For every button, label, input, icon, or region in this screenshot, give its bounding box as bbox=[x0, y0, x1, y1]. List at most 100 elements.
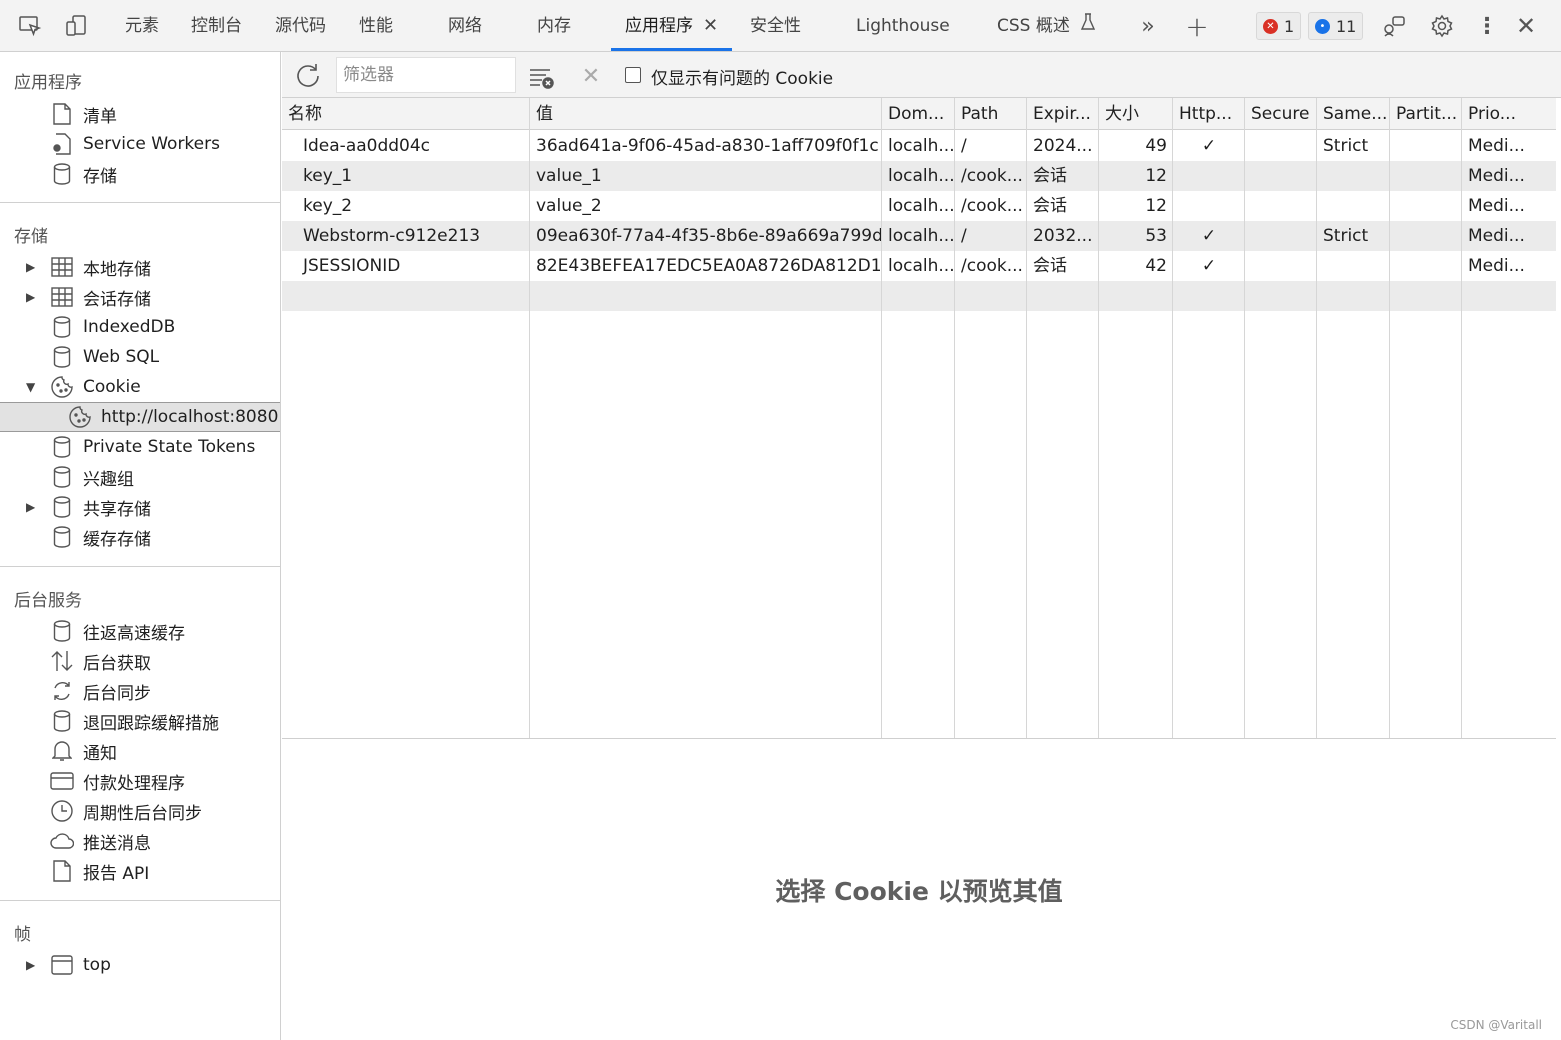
column-header-path[interactable]: Path bbox=[955, 98, 1027, 130]
tab-performance[interactable]: 性能 bbox=[359, 0, 393, 51]
close-tab-icon[interactable]: ✕ bbox=[703, 15, 718, 36]
sidebar-item-reporting-api[interactable]: 报告 API bbox=[0, 856, 280, 886]
column-header-partition-key[interactable]: Partit... bbox=[1390, 98, 1462, 130]
sidebar-item-frame-top[interactable]: ▶ top bbox=[0, 950, 280, 980]
sidebar-item-label: 报告 API bbox=[83, 863, 150, 884]
section-title-storage: 存储 bbox=[14, 227, 48, 247]
column-divider[interactable] bbox=[529, 98, 530, 738]
tab-application[interactable]: 应用程序 ✕ bbox=[611, 0, 733, 51]
column-divider[interactable] bbox=[881, 98, 882, 738]
errors-badge[interactable]: ✕ 1 bbox=[1256, 12, 1302, 40]
tab-network[interactable]: 网络 bbox=[448, 0, 482, 51]
column-divider[interactable] bbox=[1098, 98, 1099, 738]
column-header-domain[interactable]: Dom... bbox=[882, 98, 955, 130]
database-icon bbox=[50, 315, 74, 339]
database-icon bbox=[50, 709, 74, 733]
sidebar-item-shared-storage[interactable]: ▶ 共享存储 bbox=[0, 492, 280, 522]
more-tabs-chevron-icon[interactable]: » bbox=[1134, 12, 1162, 40]
expand-arrow-icon[interactable]: ▶ bbox=[26, 260, 35, 274]
tab-sources[interactable]: 源代码 bbox=[275, 0, 326, 51]
sidebar-item-indexeddb[interactable]: IndexedDB bbox=[0, 312, 280, 342]
sidebar-item-bounce-tracking[interactable]: 退回跟踪缓解措施 bbox=[0, 706, 280, 736]
message-icon: • bbox=[1315, 18, 1330, 34]
divider bbox=[0, 900, 280, 901]
sidebar-item-push-messaging[interactable]: 推送消息 bbox=[0, 826, 280, 856]
tab-css-overview[interactable]: CSS 概述 bbox=[997, 0, 1096, 52]
column-divider[interactable] bbox=[1026, 98, 1027, 738]
sidebar-item-service-workers[interactable]: Service Workers bbox=[0, 129, 280, 159]
column-divider[interactable] bbox=[954, 98, 955, 738]
sidebar-item-periodic-sync[interactable]: 周期性后台同步 bbox=[0, 796, 280, 826]
filter-input[interactable] bbox=[336, 57, 516, 93]
delete-selected-icon[interactable]: ✕ bbox=[577, 62, 605, 90]
table-row[interactable]: key_1 value_1 localh... /cook... 会话 12 Medi... bbox=[282, 161, 1556, 191]
expand-arrow-icon[interactable]: ▶ bbox=[26, 958, 35, 972]
table-row[interactable]: Idea-aa0dd04c 36ad641a-9f06-45ad-a830-1af… bbox=[282, 131, 1556, 161]
application-sidebar: 应用程序 清单 Service Workers 存储 存储 ▶ 本地存储 ▶ 会… bbox=[0, 52, 281, 1040]
sidebar-item-manifest[interactable]: 清单 bbox=[0, 99, 280, 129]
tab-elements[interactable]: 元素 bbox=[125, 0, 159, 51]
column-divider[interactable] bbox=[1389, 98, 1390, 738]
feedback-icon[interactable] bbox=[1380, 12, 1408, 40]
sidebar-item-label: http://localhost:8080 bbox=[101, 407, 279, 427]
table-row-empty[interactable] bbox=[282, 281, 1556, 311]
sidebar-item-background-fetch[interactable]: 后台获取 bbox=[0, 646, 280, 676]
sidebar-item-web-sql[interactable]: Web SQL bbox=[0, 342, 280, 372]
more-options-icon[interactable]: ⋮ bbox=[1473, 12, 1501, 40]
table-row[interactable]: key_2 value_2 localh... /cook... 会话 12 Medi... bbox=[282, 191, 1556, 221]
only-issues-checkbox[interactable] bbox=[625, 67, 641, 83]
document-icon bbox=[50, 859, 74, 883]
clear-filtered-cookies-icon[interactable] bbox=[528, 63, 556, 91]
add-tab-icon[interactable]: + bbox=[1183, 10, 1211, 43]
cell-expires: 会话 bbox=[1033, 196, 1067, 216]
column-header-secure[interactable]: Secure bbox=[1245, 98, 1317, 130]
column-divider[interactable] bbox=[1244, 98, 1245, 738]
table-row[interactable]: JSESSIONID 82E43BEFEA17EDC5EA0A8726DA812D… bbox=[282, 251, 1556, 281]
refresh-icon[interactable] bbox=[294, 61, 322, 89]
device-toolbar-icon[interactable] bbox=[62, 12, 90, 40]
close-devtools-icon[interactable]: ✕ bbox=[1512, 12, 1540, 40]
expand-arrow-icon[interactable]: ▶ bbox=[26, 290, 35, 304]
column-header-size[interactable]: 大小 bbox=[1099, 98, 1173, 130]
column-divider[interactable] bbox=[1172, 98, 1173, 738]
settings-gear-icon[interactable] bbox=[1428, 12, 1456, 40]
sidebar-item-storage[interactable]: 存储 bbox=[0, 159, 280, 189]
tab-memory[interactable]: 内存 bbox=[537, 0, 571, 51]
messages-badge[interactable]: • 11 bbox=[1308, 12, 1364, 40]
column-divider[interactable] bbox=[1316, 98, 1317, 738]
sidebar-item-bfcache[interactable]: 往返高速缓存 bbox=[0, 616, 280, 646]
sidebar-item-background-sync[interactable]: 后台同步 bbox=[0, 676, 280, 706]
database-icon bbox=[50, 435, 74, 459]
tab-lighthouse[interactable]: Lighthouse bbox=[856, 0, 950, 51]
experiment-flask-icon bbox=[1081, 0, 1096, 52]
sidebar-item-local-storage[interactable]: ▶ 本地存储 bbox=[0, 252, 280, 282]
database-icon bbox=[50, 345, 74, 369]
sidebar-item-cache-storage[interactable]: 缓存存储 bbox=[0, 522, 280, 552]
column-header-expires[interactable]: Expir... bbox=[1027, 98, 1099, 130]
cell-samesite bbox=[1317, 191, 1390, 221]
sidebar-item-private-state-tokens[interactable]: Private State Tokens bbox=[0, 432, 280, 462]
sidebar-item-payment-handler[interactable]: 付款处理程序 bbox=[0, 766, 280, 796]
sidebar-item-notifications[interactable]: 通知 bbox=[0, 736, 280, 766]
column-header-value[interactable]: 值 bbox=[530, 98, 882, 130]
column-header-httponly[interactable]: Http... bbox=[1173, 98, 1245, 130]
tab-security[interactable]: 安全性 bbox=[750, 0, 801, 51]
expand-arrow-icon[interactable]: ▶ bbox=[26, 500, 35, 514]
cell-value: value_2 bbox=[536, 196, 602, 216]
column-header-samesite[interactable]: Same... bbox=[1317, 98, 1390, 130]
inspect-element-icon[interactable] bbox=[16, 12, 44, 40]
column-divider[interactable] bbox=[1461, 98, 1462, 738]
column-header-name[interactable]: 名称 bbox=[282, 98, 530, 130]
tab-console[interactable]: 控制台 bbox=[191, 0, 242, 51]
cell-partition-key bbox=[1390, 251, 1462, 281]
sidebar-item-cookie-origin[interactable]: http://localhost:8080 bbox=[0, 402, 280, 432]
sidebar-item-cookies[interactable]: ▼ Cookie bbox=[0, 372, 280, 402]
sidebar-item-interest-groups[interactable]: 兴趣组 bbox=[0, 462, 280, 492]
collapse-arrow-icon[interactable]: ▼ bbox=[26, 380, 35, 394]
sidebar-item-session-storage[interactable]: ▶ 会话存储 bbox=[0, 282, 280, 312]
column-header-priority[interactable]: Prio... bbox=[1462, 98, 1556, 130]
cell-httponly: ✓ bbox=[1201, 256, 1217, 276]
table-row[interactable]: Webstorm-c912e213 09ea630f-77a4-4f35-8b6e… bbox=[282, 221, 1556, 251]
cell-name: JSESSIONID bbox=[303, 256, 401, 276]
cell-size: 12 bbox=[1145, 166, 1167, 186]
